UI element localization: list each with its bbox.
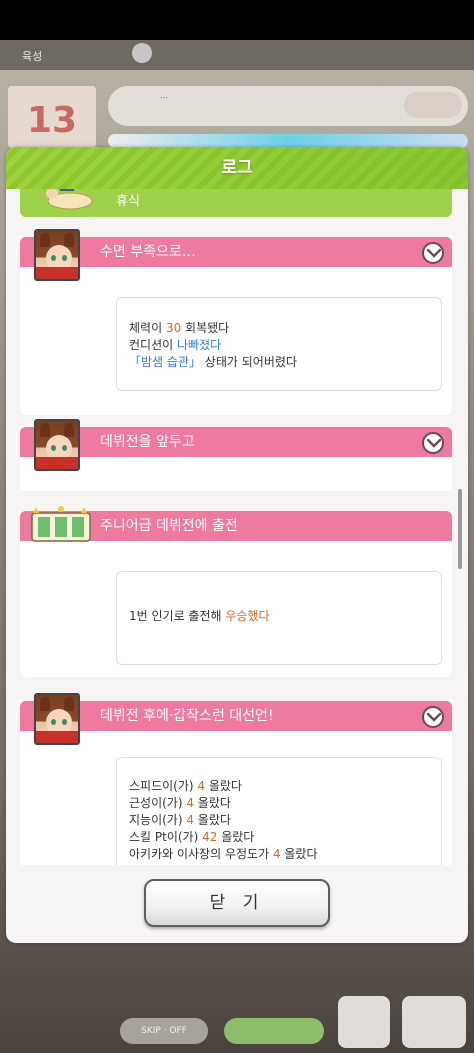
entry-message-box: 1번 인기로 출전해 우승했다 [116,571,442,665]
character-portrait [34,693,80,745]
partial-title: 휴식 [116,194,140,209]
log-text: 지능이(가) [129,813,187,827]
log-scroll-area[interactable]: 휴식 수면 부족으로… 체력이 30 회복됐다 컨디션이 나빠졌다 「밤샘 습관」 … [6,189,468,865]
highlighted-value: 4 [197,779,206,793]
log-entry: 주니어급 데뷔전에 출전 1번 인기로 출전해 우승했다 [20,506,452,677]
dialog-title: 로그 [221,158,253,178]
log-line: 컨디션이 나빠졌다 [129,337,431,354]
log-text: 근성이(가) [129,796,187,810]
log-text: 회복됐다 [181,321,230,335]
status-bar [0,0,474,40]
highlighted-value: 42 [202,830,218,844]
log-text: 올랐다 [205,779,242,793]
entry-message-box: 스피드이(가) 4 올랐다 근성이(가) 4 올랐다 지능이(가) 4 올랐다 스킬 … [116,757,442,865]
log-entry: 데뷔전 후에·갑작스런 대선언! 스피드이(가) 4 올랐다 근성이(가) 4 올… [20,693,452,865]
background-message-text: ... [160,91,168,100]
entry-title: 데뷔전을 앞두고 [100,434,195,450]
highlighted-value: 30 [165,321,182,335]
highlighted-value: 4 [272,847,281,861]
log-entry-partial: 휴식 [20,189,452,217]
entry-title: 수면 부족으로… [100,244,196,260]
log-text: 스피드이(가) [129,779,198,793]
character-portrait [34,419,80,471]
entry-title: 주니어급 데뷔전에 출전 [100,518,238,534]
close-button[interactable]: 닫 기 [144,879,330,927]
highlighted-value: 4 [186,813,194,827]
log-text: 체력이 [129,321,166,335]
log-text: 1번 인기로 출전해 [129,609,226,623]
log-line: 스킬 Pt이(가) 42 올랐다 [129,829,431,846]
log-text: 올랐다 [280,847,318,861]
log-text: 컨디션이 [129,338,177,352]
background-skip-label: SKIP · OFF [141,1026,187,1036]
background-info-icon [132,43,152,63]
log-line: 근성이(가) 4 올랐다 [129,795,431,812]
background-gauge [108,134,468,148]
log-text: 올랐다 [193,813,231,827]
log-line: 스피드이(가) 4 올랐다 [129,778,431,795]
log-line: 아키카와 이사장의 우정도가 4 올랐다 [129,846,431,863]
log-text: 올랐다 [193,796,231,810]
character-portrait [34,229,80,281]
log-text: 스킬 Pt이(가) [129,830,203,844]
partial-character-icon [46,189,93,210]
background-green-button [224,1018,324,1044]
background-menu-button [338,996,390,1048]
highlighted-value: 4 [186,796,194,810]
log-line: 1번 인기로 출전해 우승했다 [129,608,431,625]
entry-banner [20,427,452,457]
dialog-header: 로그 [6,147,468,189]
entry-title: 데뷔전 후에·갑작스런 대선언! [100,708,274,724]
background-top-bar [0,40,474,70]
ticket-icon [31,506,91,542]
log-dialog: 로그 휴식 수면 부족으로… 체력이 30 회복됐다 컨디션이 나빠졌다 「밤샘… [6,147,468,943]
log-text: 아키카와 이사장의 우정도가 [129,847,273,861]
entry-banner [20,237,452,267]
chevron-down-icon[interactable] [422,242,444,264]
log-text: 상태가 되어버렸다 [200,355,297,369]
scrollbar[interactable] [458,489,462,569]
chevron-down-icon[interactable] [422,706,444,728]
entry-message-box: 체력이 30 회복됐다 컨디션이 나빠졌다 「밤샘 습관」 상태가 되어버렸다 [116,297,442,391]
highlighted-value: 우승했다 [225,609,270,623]
background-message-button [404,92,462,118]
chevron-down-icon[interactable] [422,432,444,454]
background-top-label: 육성 [22,50,43,63]
log-entry: 수면 부족으로… 체력이 30 회복됐다 컨디션이 나빠졌다 「밤샘 습관」 상태가… [20,229,452,415]
log-line: 체력이 30 회복됐다 [129,320,431,337]
log-text: 올랐다 [217,830,255,844]
log-line: 「밤샘 습관」 상태가 되어버렸다 [129,354,431,371]
log-entry: 데뷔전을 앞두고 [20,419,452,491]
background-calendar-number: 13 [26,100,78,141]
log-line: 지능이(가) 4 올랐다 [129,812,431,829]
highlighted-value: 나빠졌다 [176,338,222,352]
background-log-button [402,996,466,1048]
highlighted-value: 「밤샘 습관」 [129,355,201,369]
background-skip-toggle: SKIP · OFF [120,1018,208,1044]
